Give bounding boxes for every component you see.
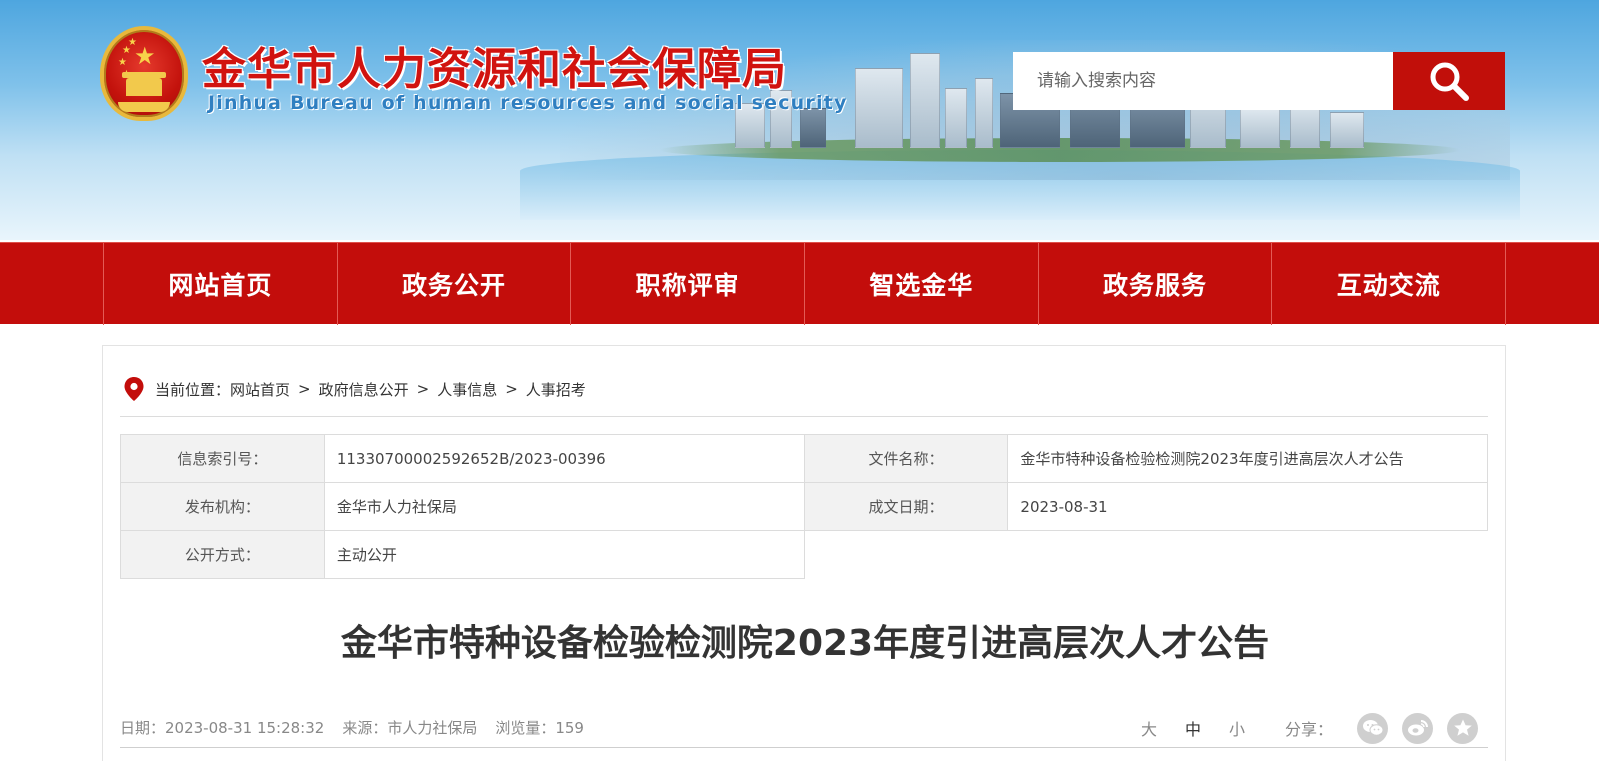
disclosure-label: 公开方式： bbox=[120, 530, 325, 579]
national-emblem-icon: ★ ★ ★ ★ ★ bbox=[100, 26, 188, 121]
view-count: 浏览量：159 bbox=[495, 719, 584, 737]
publisher-value: 金华市人力社保局 bbox=[323, 482, 805, 531]
table-row: 公开方式： 主动公开 bbox=[120, 530, 1488, 579]
skyline-building bbox=[855, 68, 903, 148]
skyline-building bbox=[945, 88, 967, 148]
font-size-small-button[interactable]: 小 bbox=[1229, 716, 1245, 740]
font-size-medium-button[interactable]: 中 bbox=[1185, 716, 1201, 740]
wechat-share-button[interactable] bbox=[1357, 712, 1388, 744]
font-size-large-button[interactable]: 大 bbox=[1141, 716, 1157, 740]
nav-item-title-evaluation[interactable]: 职称评审 bbox=[571, 243, 806, 325]
weibo-share-button[interactable] bbox=[1402, 712, 1433, 744]
breadcrumb-gov-info[interactable]: 政府信息公开 bbox=[319, 379, 409, 400]
breadcrumb-separator: > bbox=[416, 380, 430, 398]
metadata-table: 信息索引号： 11330700002592652B/2023-00396 文件名… bbox=[120, 434, 1488, 579]
main-nav: 网站首页 政务公开 职称评审 智选金华 政务服务 互动交流 bbox=[0, 242, 1599, 325]
date-label: 成文日期： bbox=[803, 482, 1009, 531]
breadcrumb-personnel-info[interactable]: 人事信息 bbox=[437, 379, 497, 400]
favorite-share-button[interactable] bbox=[1447, 712, 1478, 744]
article-tools: 大 中 小 分享： bbox=[1113, 708, 1478, 748]
breadcrumb-home[interactable]: 网站首页 bbox=[230, 379, 290, 400]
publisher-label: 发布机构： bbox=[120, 482, 325, 531]
breadcrumb-recruitment[interactable]: 人事招考 bbox=[526, 379, 586, 400]
search-icon bbox=[1430, 62, 1469, 101]
search-button[interactable] bbox=[1393, 52, 1505, 110]
breadcrumb-separator: > bbox=[298, 380, 311, 398]
share-label: 分享： bbox=[1284, 720, 1333, 739]
nav-item-interaction[interactable]: 互动交流 bbox=[1272, 243, 1507, 325]
wechat-icon bbox=[1362, 720, 1383, 736]
weibo-icon bbox=[1407, 720, 1428, 736]
header-banner: ★ ★ ★ ★ ★ 金华市人力资源和社会保障局 Jinhua Bureau of… bbox=[0, 0, 1599, 240]
filename-value: 金华市特种设备检验检测院2023年度引进高层次人才公告 bbox=[1007, 434, 1488, 483]
skyline-building bbox=[1240, 108, 1280, 148]
breadcrumb-divider bbox=[120, 416, 1488, 417]
breadcrumb-prefix: 当前位置： bbox=[155, 380, 231, 399]
skyline-building bbox=[975, 78, 993, 148]
publish-date: 日期：2023-08-31 15:28:32 bbox=[120, 719, 325, 737]
article-title: 金华市特种设备检验检测院2023年度引进高层次人才公告 bbox=[340, 623, 1270, 664]
skyline-building bbox=[1330, 112, 1364, 148]
filename-label: 文件名称： bbox=[803, 434, 1009, 483]
index-label: 信息索引号： bbox=[120, 434, 325, 483]
content-panel: 当前位置： 网站首页 > 政府信息公开 > 人事信息 > 人事招考 信息索引号：… bbox=[102, 345, 1506, 761]
nav-item-services[interactable]: 政务服务 bbox=[1039, 243, 1273, 325]
nav-item-home[interactable]: 网站首页 bbox=[104, 243, 338, 325]
empty-cell bbox=[804, 531, 1487, 579]
nav-item-government-affairs[interactable]: 政务公开 bbox=[338, 243, 572, 325]
star-icon bbox=[1453, 719, 1472, 736]
breadcrumb: 当前位置： 网站首页 > 政府信息公开 > 人事信息 > 人事招考 bbox=[123, 374, 586, 404]
article-info-bar: 日期：2023-08-31 15:28:32 来源：市人力社保局 浏览量：159… bbox=[120, 708, 1488, 748]
date-value: 2023-08-31 bbox=[1007, 482, 1488, 531]
table-row: 发布机构： 金华市人力社保局 成文日期： 2023-08-31 bbox=[120, 482, 1488, 531]
location-pin-icon bbox=[124, 377, 144, 401]
search-input[interactable] bbox=[1013, 52, 1393, 110]
site-subtitle: Jinhua Bureau of human resources and soc… bbox=[208, 92, 848, 114]
nav-item-talent-jinhua[interactable]: 智选金华 bbox=[805, 243, 1039, 325]
site-title: 金华市人力资源和社会保障局 bbox=[202, 44, 787, 95]
disclosure-value: 主动公开 bbox=[323, 530, 805, 579]
article-source: 来源：市人力社保局 bbox=[342, 719, 478, 737]
table-row: 信息索引号： 11330700002592652B/2023-00396 文件名… bbox=[120, 434, 1488, 483]
breadcrumb-separator: > bbox=[505, 380, 518, 398]
index-value: 11330700002592652B/2023-00396 bbox=[323, 434, 805, 483]
skyline-building bbox=[910, 53, 940, 148]
skyline-building bbox=[800, 108, 826, 148]
